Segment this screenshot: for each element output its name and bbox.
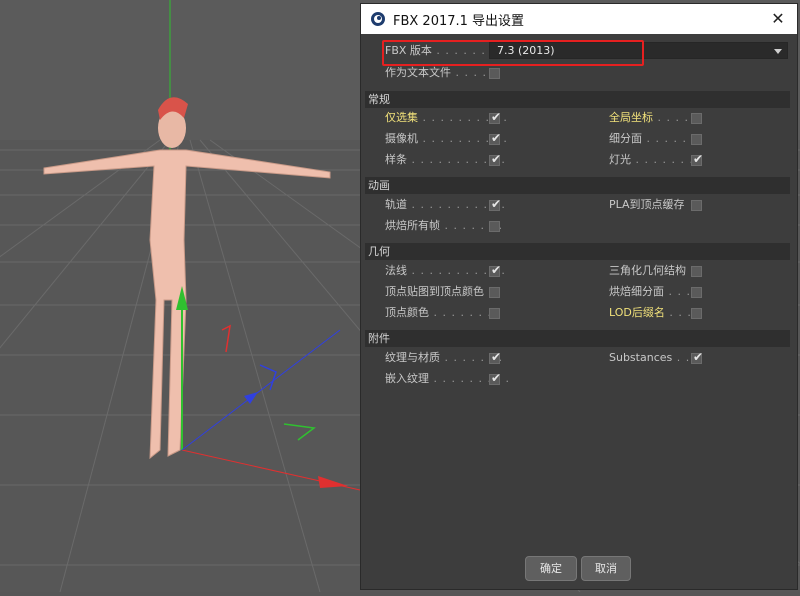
- triangulate-checkbox[interactable]: [691, 266, 702, 277]
- vertex-map-to-color-checkbox[interactable]: [489, 287, 500, 298]
- checkmark-icon: ✔: [491, 110, 502, 124]
- option-splines: 样条 . . . . . . . . . . .: [385, 150, 506, 170]
- section-extras[interactable]: 附件: [365, 330, 790, 347]
- option-global-coords: 全局坐标 . . . . .: [609, 108, 698, 128]
- checkmark-icon: ✔: [491, 152, 502, 166]
- normals-checkbox[interactable]: ✔: [489, 263, 502, 277]
- option-subdivision: 细分面 . . . . . .: [609, 129, 696, 149]
- checkmark-icon: ✔: [693, 152, 704, 166]
- vertex-map-to-color-label: 顶点贴图到顶点颜色: [385, 285, 484, 298]
- normals-label: 法线: [385, 264, 407, 277]
- option-pla-cache: PLA到顶点缓存: [609, 195, 685, 215]
- selection-only-label: 仅选集: [385, 111, 418, 124]
- embed-textures-checkbox[interactable]: ✔: [489, 371, 502, 385]
- pla-cache-label: PLA到顶点缓存: [609, 198, 685, 211]
- option-vertex-map-to-color: 顶点贴图到顶点颜色: [385, 282, 484, 302]
- section-animation[interactable]: 动画: [365, 177, 790, 194]
- checkmark-icon: ✔: [491, 371, 502, 385]
- option-vertex-colors: 顶点颜色 . . . . . . . .: [385, 303, 501, 323]
- lights-label: 灯光: [609, 153, 631, 166]
- text-file-label: 作为文本文件: [385, 66, 451, 79]
- fbx-version-dropdown[interactable]: 7.3 (2013): [489, 42, 788, 59]
- tracks-checkbox[interactable]: ✔: [489, 197, 502, 211]
- bake-all-frames-label: 烘焙所有帧: [385, 219, 440, 232]
- dropdown-arrow-icon: [774, 49, 782, 54]
- splines-checkbox[interactable]: ✔: [489, 152, 502, 166]
- subdivision-label: 细分面: [609, 132, 642, 145]
- lod-suffix-label: LOD后缀名: [609, 306, 665, 319]
- fbx-export-dialog: FBX 2017.1 导出设置 ✕ FBX 版本 . . . . . . . .…: [360, 3, 798, 590]
- cancel-button[interactable]: 取消: [581, 556, 631, 581]
- option-textures-materials: 纹理与材质 . . . . . . .: [385, 348, 503, 368]
- pla-cache-checkbox[interactable]: [691, 200, 702, 211]
- lights-checkbox[interactable]: ✔: [691, 152, 704, 166]
- fbx-version-row: FBX 版本 . . . . . . . .: [385, 41, 504, 61]
- option-lights: 灯光 . . . . . . . .: [609, 150, 703, 170]
- selection-only-checkbox[interactable]: ✔: [489, 110, 502, 124]
- triangulate-label: 三角化几何结构: [609, 264, 686, 277]
- option-bake-all-frames: 烘焙所有帧 . . . . . . .: [385, 216, 503, 236]
- bake-all-frames-checkbox[interactable]: [489, 221, 500, 232]
- ok-button[interactable]: 确定: [525, 556, 577, 581]
- option-lod-suffix: LOD后缀名 . . .: [609, 303, 692, 323]
- vertex-colors-checkbox[interactable]: [489, 308, 500, 319]
- option-normals: 法线 . . . . . . . . . . .: [385, 261, 506, 281]
- vertex-colors-label: 顶点颜色: [385, 306, 429, 319]
- embed-textures-label: 嵌入纹理: [385, 372, 429, 385]
- dialog-titlebar[interactable]: FBX 2017.1 导出设置 ✕: [361, 4, 797, 34]
- global-coords-label: 全局坐标: [609, 111, 653, 124]
- subdivision-checkbox[interactable]: [691, 134, 702, 145]
- substances-checkbox[interactable]: ✔: [691, 350, 704, 364]
- cinema4d-app-icon: [371, 12, 385, 26]
- lod-suffix-checkbox[interactable]: [691, 308, 702, 319]
- bake-subdivision-label: 烘焙细分面: [609, 285, 664, 298]
- dialog-title: FBX 2017.1 导出设置: [393, 13, 525, 29]
- section-general[interactable]: 常规: [365, 91, 790, 108]
- bake-subdivision-checkbox[interactable]: [691, 287, 702, 298]
- fbx-version-label: FBX 版本 . . . . . . . .: [385, 44, 504, 57]
- section-geometry[interactable]: 几何: [365, 243, 790, 260]
- checkmark-icon: ✔: [491, 263, 502, 277]
- checkmark-icon: ✔: [491, 350, 502, 364]
- splines-label: 样条: [385, 153, 407, 166]
- option-tracks: 轨道 . . . . . . . . . . .: [385, 195, 506, 215]
- cameras-label: 摄像机: [385, 132, 418, 145]
- substances-label: Substances: [609, 351, 673, 364]
- option-substances: Substances . . .: [609, 348, 699, 368]
- option-bake-subdivision: 烘焙细分面 . . .: [609, 282, 691, 302]
- textures-materials-label: 纹理与材质: [385, 351, 440, 364]
- tracks-label: 轨道: [385, 198, 407, 211]
- text-file-row: 作为文本文件 . . . . .: [385, 63, 496, 83]
- dialog-content: FBX 版本 . . . . . . . . 7.3 (2013) 作为文本文件…: [361, 34, 797, 589]
- fbx-version-value: 7.3 (2013): [497, 44, 555, 57]
- checkmark-icon: ✔: [491, 197, 502, 211]
- global-coords-checkbox[interactable]: [691, 113, 702, 124]
- checkmark-icon: ✔: [693, 350, 704, 364]
- textures-materials-checkbox[interactable]: ✔: [489, 350, 502, 364]
- option-triangulate: 三角化几何结构: [609, 261, 686, 281]
- text-file-checkbox[interactable]: [489, 68, 500, 79]
- checkmark-icon: ✔: [491, 131, 502, 145]
- close-icon[interactable]: ✕: [767, 8, 789, 30]
- cameras-checkbox[interactable]: ✔: [489, 131, 502, 145]
